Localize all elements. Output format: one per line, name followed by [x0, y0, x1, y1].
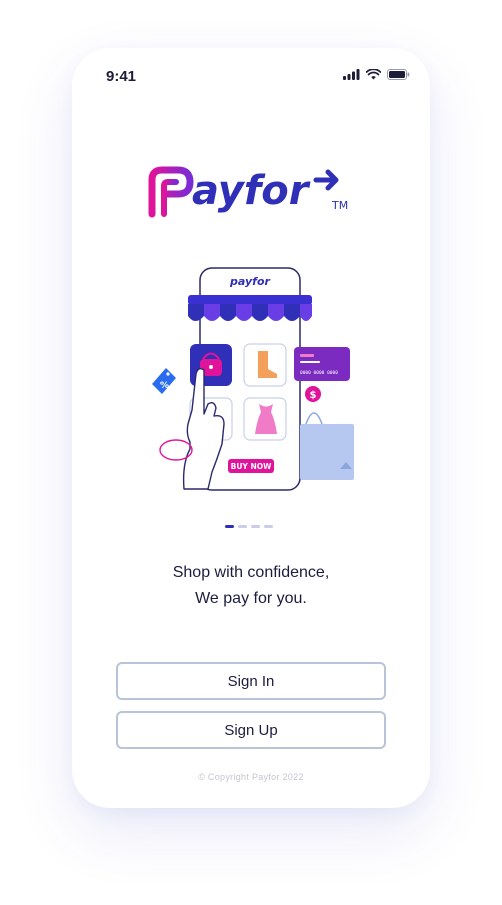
- wifi-icon: [366, 69, 381, 80]
- tagline-line-1: Shop with confidence,: [172, 564, 330, 581]
- payfor-logo: ayfor TM: [148, 166, 348, 218]
- phone-frame: 9:41 ayfor TM payfor BUY NOW % 0000 0000…: [72, 48, 430, 808]
- tagline-line-2: We pay for you.: [195, 590, 307, 607]
- logo-wordmark: ayfor: [192, 168, 311, 214]
- sign-in-button[interactable]: Sign In: [116, 662, 386, 700]
- page-dot-3[interactable]: [251, 525, 260, 528]
- signal-icon: [343, 69, 360, 80]
- illustration-brand: payfor: [229, 275, 270, 288]
- sign-up-button[interactable]: Sign Up: [116, 711, 386, 749]
- credit-card-icon: 0000 0000 0000: [294, 347, 350, 381]
- discount-tag-icon: %: [152, 368, 176, 394]
- page-dot-2[interactable]: [238, 525, 247, 528]
- battery-icon: [387, 69, 410, 80]
- status-time: 9:41: [106, 68, 137, 85]
- page-dot-1[interactable]: [225, 525, 234, 528]
- trademark-label: TM: [331, 199, 348, 212]
- buy-now-label: BUY NOW: [231, 462, 273, 471]
- shopping-bag-icon: [300, 412, 354, 480]
- svg-text:$: $: [310, 390, 317, 401]
- card-number: 0000 0000 0000: [300, 370, 338, 376]
- status-icons: [343, 69, 410, 80]
- dollar-coin-icon: $: [305, 386, 321, 402]
- copyright-text: © Copyright Payfor 2022: [198, 772, 304, 782]
- svg-text:%: %: [160, 381, 169, 391]
- shopping-illustration: payfor BUY NOW % 0000 0000 0000 $: [152, 267, 354, 491]
- page-dot-4[interactable]: [264, 525, 273, 528]
- page-indicator: [225, 525, 273, 528]
